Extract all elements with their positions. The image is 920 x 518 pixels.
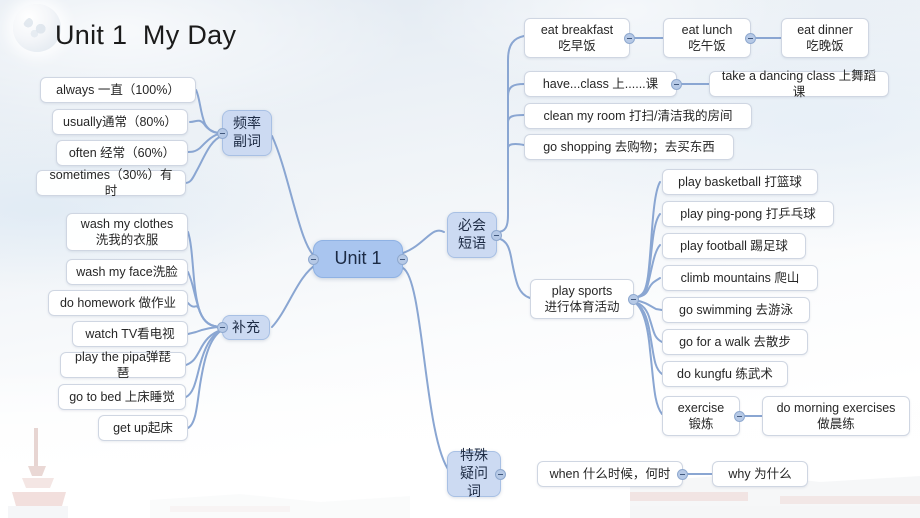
collapse-icon-frequency[interactable] bbox=[217, 127, 228, 139]
list-item[interactable]: often 经常（60%） bbox=[56, 140, 188, 166]
list-item[interactable]: take a dancing class 上舞蹈课 bbox=[709, 69, 889, 99]
collapse-icon-when[interactable] bbox=[677, 468, 688, 480]
list-item[interactable]: play football 踢足球 bbox=[662, 233, 806, 259]
list-item[interactable]: have...class 上......课 bbox=[524, 71, 682, 97]
node-label: clean my room 打扫/清洁我的房间 bbox=[543, 109, 733, 123]
collapse-icon-eat-breakfast[interactable] bbox=[624, 32, 635, 44]
collapse-icon-exercise[interactable] bbox=[734, 410, 745, 422]
list-item[interactable]: go shopping 去购物；去买东西 bbox=[524, 134, 734, 160]
collapse-icon-root-left[interactable] bbox=[308, 253, 319, 265]
topic-label-supplement: 补充 bbox=[232, 318, 260, 335]
node-label: why 为什么 bbox=[728, 467, 792, 481]
topic-node-question-words[interactable]: 特殊 疑问词 bbox=[447, 447, 506, 499]
list-item[interactable]: why 为什么 bbox=[712, 461, 808, 487]
root-node-label: Unit 1 bbox=[334, 248, 382, 269]
list-item[interactable]: do kungfu 练武术 bbox=[662, 361, 788, 387]
topic-label-must-know-phrases: 必会 短语 bbox=[458, 217, 486, 251]
node-label: have...class 上......课 bbox=[542, 77, 659, 91]
node-label: do kungfu 练武术 bbox=[677, 367, 773, 381]
node-label: eat breakfast 吃早饭 bbox=[540, 23, 614, 53]
topic-node-supplement[interactable]: 补充 bbox=[217, 315, 270, 340]
node-label: eat lunch 吃午饭 bbox=[681, 23, 733, 53]
list-item[interactable]: play basketball 打篮球 bbox=[662, 169, 818, 195]
node-label: eat dinner 吃晚饭 bbox=[797, 23, 853, 53]
node-label: play football 踢足球 bbox=[680, 239, 788, 253]
list-item[interactable]: get up起床 bbox=[98, 415, 188, 441]
list-item[interactable]: play ping-pong 打乒乓球 bbox=[662, 201, 834, 227]
node-label: always 一直（100%） bbox=[56, 83, 180, 97]
node-label: often 经常（60%） bbox=[68, 146, 176, 160]
list-item[interactable]: do homework 做作业 bbox=[48, 290, 188, 316]
list-item[interactable]: watch TV看电视 bbox=[72, 321, 188, 347]
list-item[interactable]: exercise 锻炼 bbox=[662, 396, 745, 436]
collapse-icon-play-sports[interactable] bbox=[628, 293, 639, 305]
node-label: sometimes（30%）有时 bbox=[49, 168, 173, 198]
topic-node-frequency-adverbs[interactable]: 频率 副词 bbox=[217, 110, 272, 156]
node-label: take a dancing class 上舞蹈课 bbox=[721, 69, 877, 99]
list-item[interactable]: clean my room 打扫/清洁我的房间 bbox=[524, 103, 752, 129]
node-label: go swimming 去游泳 bbox=[679, 303, 793, 317]
node-label: wash my face洗脸 bbox=[76, 265, 178, 279]
node-label: play ping-pong 打乒乓球 bbox=[680, 207, 816, 221]
collapse-icon-supplement[interactable] bbox=[217, 322, 228, 333]
list-item[interactable]: play sports 进行体育活动 bbox=[530, 279, 639, 319]
list-item[interactable]: wash my clothes 洗我的衣服 bbox=[66, 213, 188, 251]
node-label: when 什么时候，何时 bbox=[549, 467, 671, 481]
node-label: get up起床 bbox=[113, 421, 173, 435]
list-item[interactable]: usually通常（80%） bbox=[52, 109, 188, 135]
node-label: do morning exercises 做晨练 bbox=[776, 401, 896, 431]
list-item[interactable]: wash my face洗脸 bbox=[66, 259, 188, 285]
list-item[interactable]: go swimming 去游泳 bbox=[662, 297, 810, 323]
list-item[interactable]: sometimes（30%）有时 bbox=[36, 168, 186, 198]
list-item[interactable]: go for a walk 去散步 bbox=[662, 329, 808, 355]
collapse-icon-have-class[interactable] bbox=[671, 78, 682, 90]
collapse-icon-eat-lunch[interactable] bbox=[745, 32, 756, 44]
node-label: go to bed 上床睡觉 bbox=[69, 390, 175, 404]
list-item[interactable]: climb mountains 爬山 bbox=[662, 265, 818, 291]
collapse-icon-root-right[interactable] bbox=[397, 253, 408, 265]
list-item[interactable]: go to bed 上床睡觉 bbox=[58, 384, 186, 410]
node-label: usually通常（80%） bbox=[63, 115, 177, 129]
node-label: play basketball 打篮球 bbox=[678, 175, 802, 189]
collapse-icon-question-words[interactable] bbox=[495, 468, 506, 480]
node-label: go for a walk 去散步 bbox=[679, 335, 791, 349]
list-item[interactable]: play the pipa弹琵琶 bbox=[60, 350, 186, 380]
list-item[interactable]: always 一直（100%） bbox=[40, 77, 196, 103]
list-item[interactable]: do morning exercises 做晨练 bbox=[762, 396, 910, 436]
node-label: climb mountains 爬山 bbox=[680, 271, 800, 285]
node-label: play sports 进行体育活动 bbox=[544, 284, 620, 314]
list-item[interactable]: eat dinner 吃晚饭 bbox=[781, 18, 869, 58]
collapse-icon-phrases[interactable] bbox=[491, 229, 502, 241]
topic-label-question-words: 特殊 疑问词 bbox=[460, 447, 488, 499]
node-label: go shopping 去购物；去买东西 bbox=[543, 140, 715, 154]
node-label: watch TV看电视 bbox=[85, 327, 175, 341]
node-label: wash my clothes 洗我的衣服 bbox=[80, 217, 174, 247]
node-label: play the pipa弹琵琶 bbox=[75, 350, 171, 380]
node-label: do homework 做作业 bbox=[59, 296, 176, 310]
list-item[interactable]: eat breakfast 吃早饭 bbox=[524, 18, 635, 58]
root-node-unit1[interactable]: Unit 1 bbox=[308, 240, 408, 278]
list-item[interactable]: when 什么时候，何时 bbox=[537, 461, 688, 487]
mindmap-canvas: Unit 1 My Day Unit 1 频率 副词 always 一直（100… bbox=[0, 0, 920, 518]
node-label: exercise 锻炼 bbox=[677, 401, 725, 431]
topic-node-must-know-phrases[interactable]: 必会 短语 bbox=[447, 212, 502, 258]
page-title: Unit 1 My Day bbox=[55, 20, 237, 50]
topic-label-frequency-adverbs: 频率 副词 bbox=[233, 115, 261, 149]
list-item[interactable]: eat lunch 吃午饭 bbox=[663, 18, 756, 58]
